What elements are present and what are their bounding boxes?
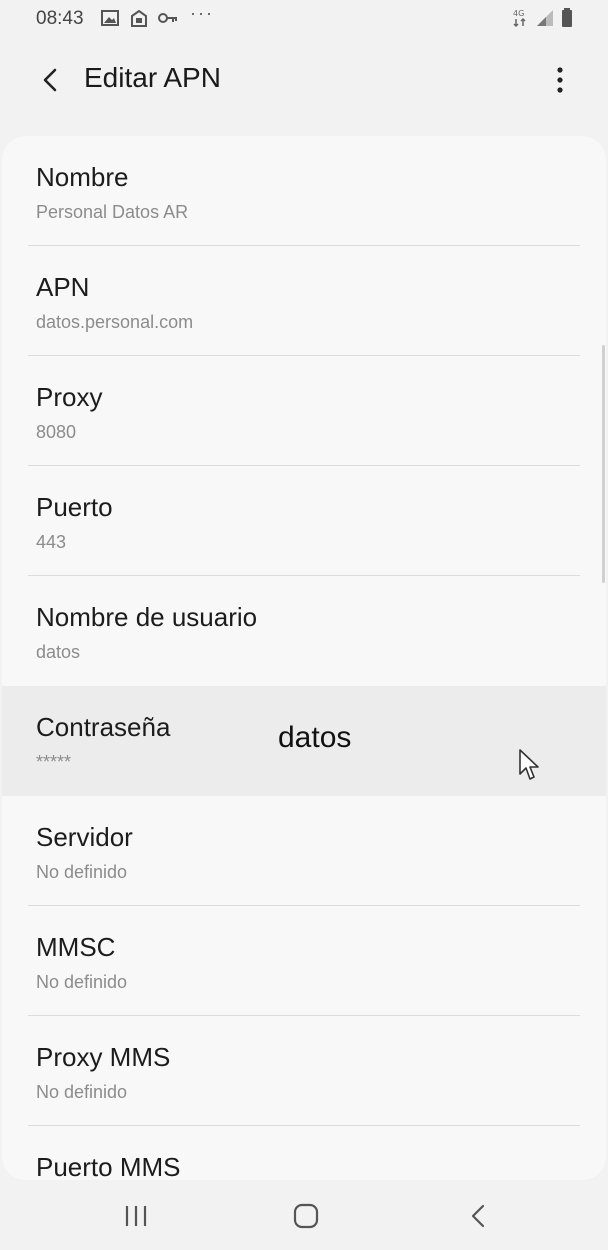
setting-item-puerto-mms[interactable]: Puerto MMS (2, 1126, 606, 1180)
setting-item-apn[interactable]: APN datos.personal.com (2, 246, 606, 356)
navigation-bar (0, 1182, 608, 1250)
setting-label: MMSC (36, 932, 116, 962)
scrollbar[interactable] (602, 345, 605, 583)
setting-label: Contraseña (36, 712, 171, 742)
setting-item-proxy[interactable]: Proxy 8080 (2, 356, 606, 466)
nav-back-button[interactable] (456, 1198, 500, 1234)
back-arrow-icon (43, 68, 57, 92)
status-bar: 08:43 ··· 4G (0, 0, 608, 38)
setting-item-puerto[interactable]: Puerto 443 (2, 466, 606, 576)
setting-item-proxy-mms[interactable]: Proxy MMS No definido (2, 1016, 606, 1126)
setting-value: datos.personal.com (36, 312, 194, 332)
more-vertical-icon (557, 67, 563, 93)
setting-label: Servidor (36, 822, 133, 852)
svg-text:4G: 4G (513, 9, 524, 18)
app-bar: Editar APN (0, 40, 608, 120)
page-title: Editar APN (84, 62, 221, 93)
setting-label: APN (36, 272, 90, 302)
setting-item-servidor[interactable]: Servidor No definido (2, 796, 606, 906)
setting-item-nombre[interactable]: Nombre Personal Datos AR (2, 136, 606, 246)
recent-apps-icon (125, 1206, 147, 1226)
setting-value: No definido (36, 972, 128, 992)
apn-settings-list: Nombre Personal Datos AR APN datos.perso… (2, 136, 606, 1180)
setting-value: No definido (36, 1082, 128, 1102)
annotation-text: datos (278, 721, 352, 754)
home-icon (293, 1203, 319, 1229)
mouse-pointer-icon (518, 748, 542, 787)
setting-value: ***** (36, 752, 72, 772)
back-button[interactable] (30, 60, 70, 100)
recent-apps-button[interactable] (114, 1198, 158, 1234)
setting-label: Proxy MMS (36, 1042, 171, 1072)
key-icon (157, 10, 179, 31)
setting-label: Proxy (36, 382, 103, 412)
battery-icon (561, 8, 573, 33)
home-button[interactable] (284, 1198, 328, 1234)
network-4g-icon: 4G (512, 8, 528, 33)
setting-value: 8080 (36, 422, 77, 442)
signal-icon (536, 9, 554, 32)
setting-value: Personal Datos AR (36, 202, 189, 222)
setting-label: Puerto (36, 492, 113, 522)
store-icon (130, 9, 148, 33)
setting-label: Nombre (36, 162, 129, 192)
setting-label: Puerto MMS (36, 1152, 181, 1180)
setting-item-nombre-de-usuario[interactable]: Nombre de usuario datos (2, 576, 606, 686)
image-icon (101, 10, 119, 31)
setting-value: datos (36, 642, 81, 662)
setting-label: Nombre de usuario (36, 602, 258, 632)
status-time: 08:43 (36, 8, 84, 29)
more-dots-icon: ··· (190, 3, 214, 23)
more-options-button[interactable] (544, 58, 576, 102)
back-icon (471, 1204, 485, 1228)
setting-value: No definido (36, 862, 128, 882)
setting-item-mmsc[interactable]: MMSC No definido (2, 906, 606, 1016)
setting-value: 443 (36, 532, 67, 552)
